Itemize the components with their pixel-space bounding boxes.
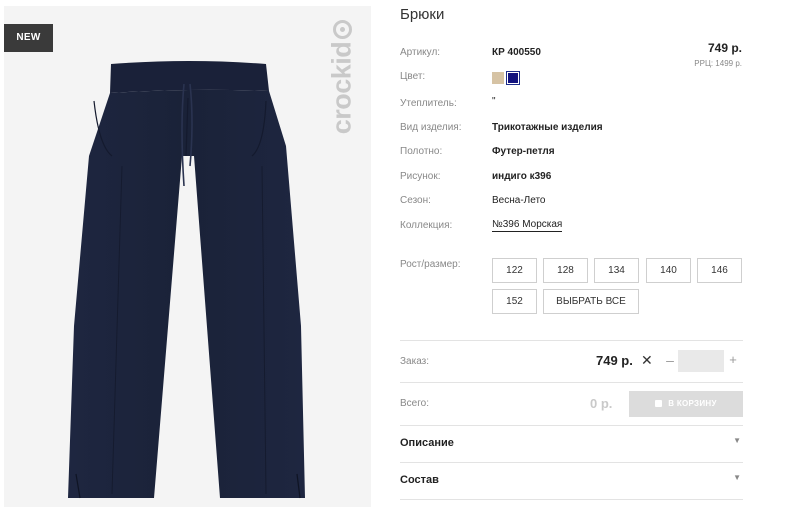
new-badge: NEW	[4, 24, 53, 52]
attr-label-type: Вид изделия:	[400, 122, 462, 133]
recommended-price: РРЦ: 1499 р.	[694, 59, 742, 68]
attr-label-pattern: Рисунок:	[400, 171, 441, 182]
total-label: Всего:	[400, 398, 429, 409]
order-label: Заказ:	[400, 356, 430, 367]
size-button-146[interactable]: 146	[697, 258, 742, 283]
collection-link[interactable]: №396 Морская	[492, 219, 563, 232]
size-label: Рост/размер:	[400, 259, 461, 270]
size-button-134[interactable]: 134	[594, 258, 639, 283]
shopping-bag-icon	[655, 400, 663, 407]
attr-label-fabric: Полотно:	[400, 146, 443, 157]
divider	[400, 462, 743, 463]
size-button-128[interactable]: 128	[543, 258, 588, 283]
multiply-icon: ✕	[641, 352, 653, 368]
product-photo[interactable]: NEW crockid	[4, 6, 371, 507]
add-to-cart-button[interactable]: В КОРЗИНУ	[629, 391, 743, 417]
attr-value-pattern: индиго к396	[492, 171, 552, 182]
product-title: Брюки	[400, 6, 445, 23]
attr-label-collection: Коллекция:	[400, 220, 453, 231]
quantity-input[interactable]	[678, 350, 724, 372]
divider	[400, 340, 743, 341]
chevron-down-icon: ▼	[733, 473, 741, 482]
color-swatch-beige[interactable]	[492, 72, 504, 84]
divider	[400, 382, 743, 383]
accordion-composition[interactable]: Состав ▼	[400, 471, 743, 491]
total-value: 0 р.	[590, 396, 613, 411]
attr-value-type: Трикотажные изделия	[492, 122, 603, 133]
select-all-sizes-button[interactable]: ВЫБРАТЬ ВСЕ	[543, 289, 639, 314]
attr-value-insulation: "	[492, 96, 496, 107]
attr-label-insulation: Утеплитель:	[400, 98, 457, 109]
add-to-cart-label: В КОРЗИНУ	[668, 399, 717, 408]
attr-value-article: КР 400550	[492, 47, 541, 58]
color-swatch-indigo-selected[interactable]	[506, 71, 520, 85]
attr-label-color: Цвет:	[400, 71, 426, 82]
chevron-down-icon: ▼	[733, 436, 741, 445]
brand-watermark: crockid	[326, 41, 357, 135]
attr-label-article: Артикул:	[400, 47, 441, 58]
product-price: 749 р.	[707, 41, 742, 55]
size-button-152[interactable]: 152	[492, 289, 537, 314]
divider	[400, 425, 743, 426]
quantity-increase-button[interactable]: +	[727, 352, 739, 367]
pants-image	[68, 61, 305, 499]
accordion-composition-title: Состав	[400, 474, 439, 486]
attr-value-fabric: Футер-петля	[492, 146, 555, 157]
brand-logo-icon	[333, 20, 352, 39]
quantity-decrease-button[interactable]: –	[664, 352, 676, 368]
size-button-122[interactable]: 122	[492, 258, 537, 283]
size-button-140[interactable]: 140	[646, 258, 691, 283]
order-price: 749 р.	[596, 353, 633, 368]
accordion-description[interactable]: Описание ▼	[400, 434, 743, 454]
accordion-description-title: Описание	[400, 437, 454, 449]
attr-label-season: Сезон:	[400, 195, 431, 206]
attr-value-season: Весна-Лето	[492, 195, 546, 206]
divider	[400, 499, 743, 500]
